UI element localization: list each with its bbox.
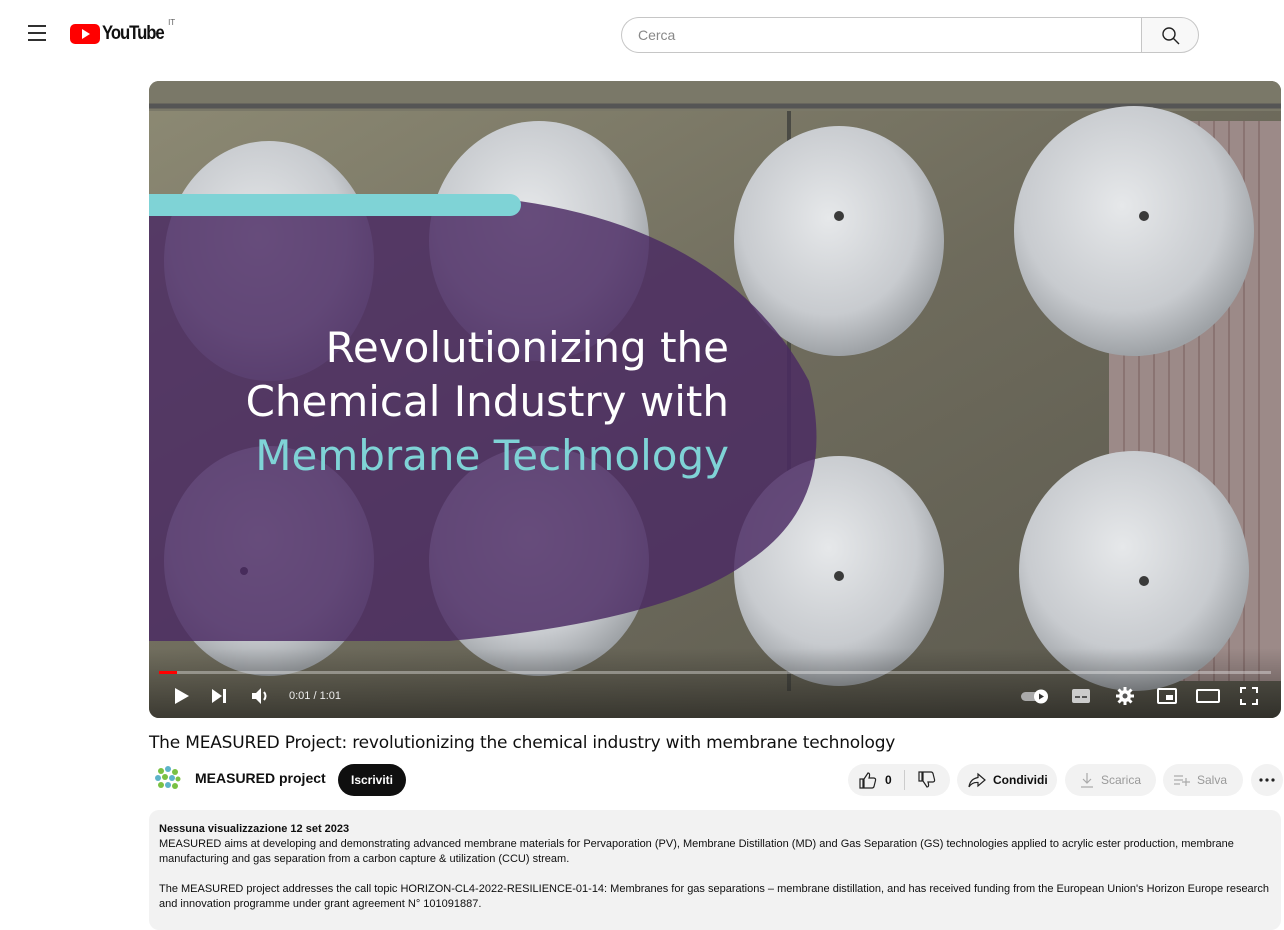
search-icon <box>1162 27 1180 45</box>
youtube-logo[interactable]: YouTube IT <box>70 18 175 46</box>
download-label: Scarica <box>1101 773 1142 787</box>
video-player[interactable]: Revolutionizing the Chemical Industry wi… <box>149 81 1281 718</box>
youtube-play-icon <box>70 24 100 44</box>
miniplayer-icon[interactable] <box>1155 684 1179 708</box>
video-overlay-text: Revolutionizing the Chemical Industry wi… <box>149 321 729 483</box>
more-actions-button[interactable] <box>1251 764 1283 796</box>
progress-fill <box>159 671 177 674</box>
add-to-playlist-icon <box>1174 775 1190 786</box>
theater-mode-icon[interactable] <box>1195 684 1221 708</box>
subtitles-icon[interactable] <box>1069 684 1093 708</box>
channel-name[interactable]: MEASURED project <box>195 770 326 786</box>
download-button[interactable]: Scarica <box>1065 764 1156 796</box>
overlay-line-2: Chemical Industry with <box>245 377 729 426</box>
share-label: Condividi <box>993 773 1048 787</box>
channel-avatar[interactable] <box>151 762 183 794</box>
fullscreen-icon[interactable] <box>1237 684 1261 708</box>
thumbs-down-icon <box>918 771 935 788</box>
description-paragraph-2: The MEASURED project addresses the call … <box>159 883 1269 910</box>
like-count: 0 <box>885 773 892 787</box>
progress-bar[interactable] <box>159 671 1271 674</box>
share-button[interactable]: Condividi <box>957 764 1057 796</box>
download-icon <box>1081 773 1093 788</box>
view-count-and-date: Nessuna visualizzazione 12 set 2023 <box>159 823 350 835</box>
thumbs-up-icon <box>859 772 877 789</box>
search-box <box>621 17 1199 53</box>
masthead: YouTube IT <box>0 0 1284 70</box>
video-title: The MEASURED Project: revolutionizing th… <box>149 733 896 753</box>
save-label: Salva <box>1197 773 1228 787</box>
save-button[interactable]: Salva <box>1163 764 1243 796</box>
search-button[interactable] <box>1141 17 1199 53</box>
play-icon[interactable] <box>169 684 193 708</box>
description-box[interactable]: Nessuna visualizzazione 12 set 2023 MEAS… <box>149 810 1281 930</box>
hamburger-menu-icon[interactable] <box>28 22 50 44</box>
settings-gear-icon[interactable] <box>1113 684 1137 708</box>
overlay-line-3: Membrane Technology <box>255 431 729 480</box>
more-horizontal-icon <box>1259 778 1275 782</box>
next-icon[interactable] <box>207 684 231 708</box>
dislike-button[interactable] <box>905 764 937 796</box>
like-button[interactable]: 0 <box>848 764 892 796</box>
overlay-line-1: Revolutionizing the <box>325 323 729 372</box>
subscribe-button[interactable]: Iscriviti <box>338 764 406 796</box>
controls-gradient <box>149 648 1281 718</box>
like-dislike-group: 0 <box>848 764 950 796</box>
time-display: 0:01 / 1:01 <box>289 690 341 702</box>
country-code: IT <box>168 18 176 27</box>
volume-icon[interactable] <box>249 684 273 708</box>
share-arrow-icon <box>968 772 986 788</box>
autoplay-toggle-icon[interactable] <box>1019 684 1053 708</box>
description-paragraph-1: MEASURED aims at developing and demonstr… <box>159 838 1234 865</box>
search-input[interactable] <box>621 17 1141 53</box>
logo-text: YouTube <box>102 23 165 44</box>
channel-logo-icon <box>151 762 183 794</box>
